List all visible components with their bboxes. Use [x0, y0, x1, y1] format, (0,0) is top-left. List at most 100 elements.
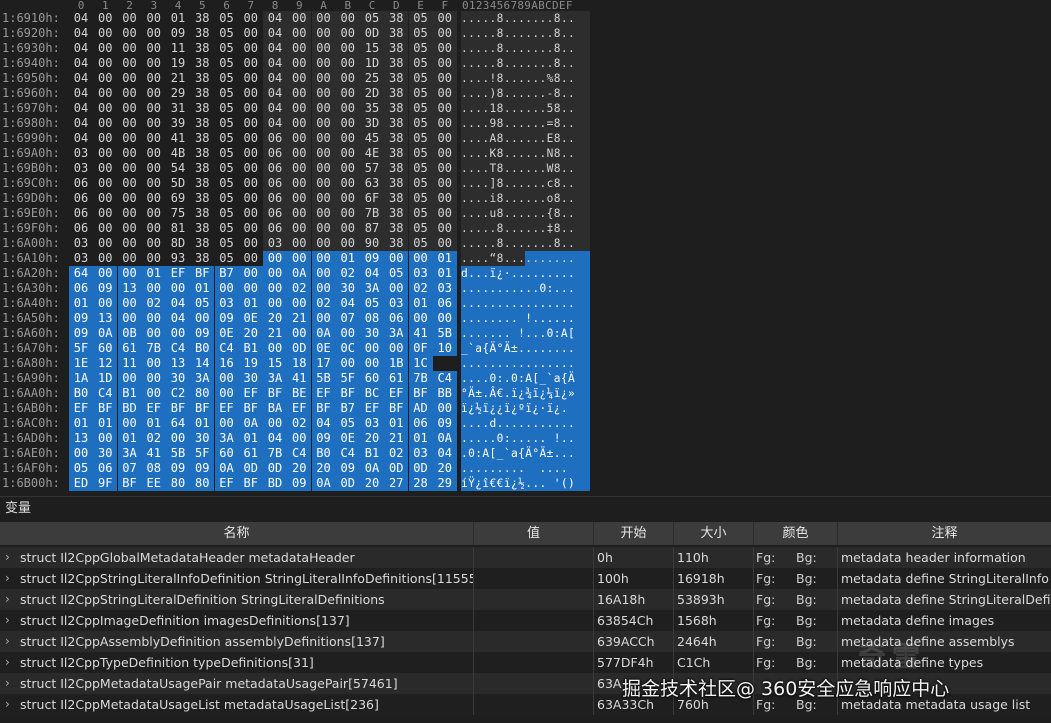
hex-byte[interactable]: 00: [287, 101, 312, 116]
hex-byte[interactable]: 60: [360, 371, 384, 386]
hex-byte[interactable]: 1E: [69, 356, 93, 371]
hex-byte[interactable]: 05: [408, 71, 433, 86]
hex-byte[interactable]: 38: [384, 71, 409, 86]
hex-byte[interactable]: 00: [142, 221, 166, 236]
hex-byte[interactable]: 20: [238, 326, 263, 341]
hex-byte[interactable]: C4: [214, 341, 239, 356]
hex-byte[interactable]: 0D: [263, 461, 287, 476]
hex-byte[interactable]: 01: [93, 416, 118, 431]
hex-ascii[interactable]: ....T8......W8..: [461, 161, 590, 176]
hex-byte[interactable]: 20: [360, 476, 384, 491]
hex-byte[interactable]: 00: [335, 101, 360, 116]
hex-byte[interactable]: 3D: [360, 116, 384, 131]
hex-byte[interactable]: 04: [69, 26, 93, 41]
hex-byte[interactable]: 00: [287, 176, 312, 191]
hex-byte[interactable]: 7B: [360, 206, 384, 221]
hex-byte[interactable]: 04: [69, 56, 93, 71]
hex-byte[interactable]: 0A: [214, 461, 239, 476]
hex-byte[interactable]: 02: [287, 416, 312, 431]
hex-byte[interactable]: 04: [432, 446, 457, 461]
fg-label[interactable]: Fg:: [756, 610, 775, 631]
hex-row[interactable]: 1:69C0h: 06 00 00 00 5D 38 05 00 06 00 00 00 63 38 05 00…: [0, 176, 600, 191]
hex-byte[interactable]: 00: [93, 266, 118, 281]
hex-byte[interactable]: 87: [360, 221, 384, 236]
hex-byte[interactable]: 01: [190, 416, 215, 431]
hex-byte[interactable]: BE: [287, 386, 312, 401]
hex-byte[interactable]: 06: [408, 416, 433, 431]
hex-byte[interactable]: 00: [311, 11, 336, 26]
hex-byte[interactable]: 15: [360, 41, 384, 56]
hex-byte[interactable]: 29: [432, 476, 457, 491]
fg-label[interactable]: Fg:: [756, 631, 775, 652]
hex-byte[interactable]: 38: [384, 41, 409, 56]
hex-byte[interactable]: 00: [311, 146, 336, 161]
hex-byte[interactable]: 05: [408, 161, 433, 176]
hex-byte[interactable]: 81: [166, 221, 190, 236]
hex-byte[interactable]: 05: [215, 11, 239, 26]
hex-byte[interactable]: 80: [190, 386, 215, 401]
hex-byte[interactable]: 00: [142, 161, 166, 176]
hex-byte[interactable]: 1C: [408, 356, 433, 371]
hex-byte[interactable]: 00: [335, 326, 360, 341]
hex-byte[interactable]: 00: [93, 116, 117, 131]
hex-byte[interactable]: 05: [408, 26, 433, 41]
hex-byte[interactable]: 00: [118, 116, 142, 131]
hex-byte[interactable]: 04: [69, 71, 93, 86]
hex-byte[interactable]: 06: [69, 176, 93, 191]
hex-byte[interactable]: 09: [311, 431, 336, 446]
hex-byte[interactable]: 07: [117, 461, 142, 476]
hex-byte[interactable]: 0E: [238, 311, 263, 326]
hex-byte[interactable]: 00: [287, 251, 312, 266]
hex-byte[interactable]: 00: [141, 356, 166, 371]
table-row[interactable]: › struct Il2CppStringLiteralInfoDefinitio…: [0, 568, 1051, 589]
hex-byte[interactable]: 00: [432, 401, 457, 416]
hex-byte[interactable]: C4: [287, 446, 312, 461]
column-header-value[interactable]: 值: [474, 522, 594, 545]
hex-byte[interactable]: 0D: [384, 461, 409, 476]
hex-byte[interactable]: 00: [214, 416, 239, 431]
hex-byte[interactable]: 30: [238, 371, 263, 386]
hex-row[interactable]: 1:69B0h: 03 00 00 00 54 38 05 00 06 00 00 00 57 38 05 00…: [0, 161, 600, 176]
hex-byte[interactable]: 00: [118, 206, 142, 221]
bg-label[interactable]: Bg:: [796, 547, 817, 568]
hex-byte[interactable]: 05: [384, 266, 409, 281]
hex-byte[interactable]: 00: [142, 71, 166, 86]
hex-byte[interactable]: 00: [239, 236, 263, 251]
hex-byte[interactable]: 00: [432, 221, 457, 236]
hex-byte[interactable]: 2D: [360, 86, 384, 101]
hex-byte[interactable]: 05: [215, 146, 239, 161]
hex-byte[interactable]: 19: [166, 56, 190, 71]
hex-ascii[interactable]: ....“8..........: [461, 251, 590, 266]
hex-byte[interactable]: 00: [142, 191, 166, 206]
hex-byte[interactable]: 09: [166, 26, 190, 41]
hex-byte[interactable]: 08: [141, 461, 166, 476]
hex-byte[interactable]: 00: [142, 101, 166, 116]
hex-byte[interactable]: 00: [141, 371, 166, 386]
hex-byte[interactable]: 00: [239, 116, 263, 131]
hex-byte[interactable]: 00: [311, 221, 336, 236]
hex-byte[interactable]: 20: [311, 461, 336, 476]
chevron-right-icon[interactable]: ›: [5, 589, 10, 610]
hex-byte[interactable]: 06: [263, 131, 287, 146]
hex-byte[interactable]: 38: [190, 71, 214, 86]
hex-byte[interactable]: BF: [190, 401, 215, 416]
hex-byte[interactable]: 00: [142, 116, 166, 131]
hex-ascii[interactable]: ................: [461, 296, 590, 311]
hex-byte[interactable]: 00: [311, 116, 336, 131]
hex-byte[interactable]: 06: [69, 281, 93, 296]
hex-byte[interactable]: 38: [384, 236, 409, 251]
hex-byte[interactable]: 05: [408, 116, 433, 131]
hex-byte[interactable]: C4: [166, 341, 190, 356]
hex-row[interactable]: 1:69F0h: 06 00 00 00 81 38 05 00 06 00 00 00 87 38 05 00…: [0, 221, 600, 236]
hex-byte[interactable]: 38: [190, 11, 214, 26]
hex-byte[interactable]: 04: [263, 11, 287, 26]
hex-byte[interactable]: 13: [117, 281, 142, 296]
hex-byte[interactable]: 80: [166, 476, 190, 491]
hex-byte[interactable]: 00: [263, 341, 287, 356]
hex-byte[interactable]: B1: [238, 341, 263, 356]
hex-byte[interactable]: 41: [166, 131, 190, 146]
hex-byte[interactable]: EF: [311, 386, 336, 401]
column-header-comment[interactable]: 注释: [838, 522, 1051, 545]
hex-byte[interactable]: 04: [69, 11, 93, 26]
hex-byte[interactable]: 19: [238, 356, 263, 371]
